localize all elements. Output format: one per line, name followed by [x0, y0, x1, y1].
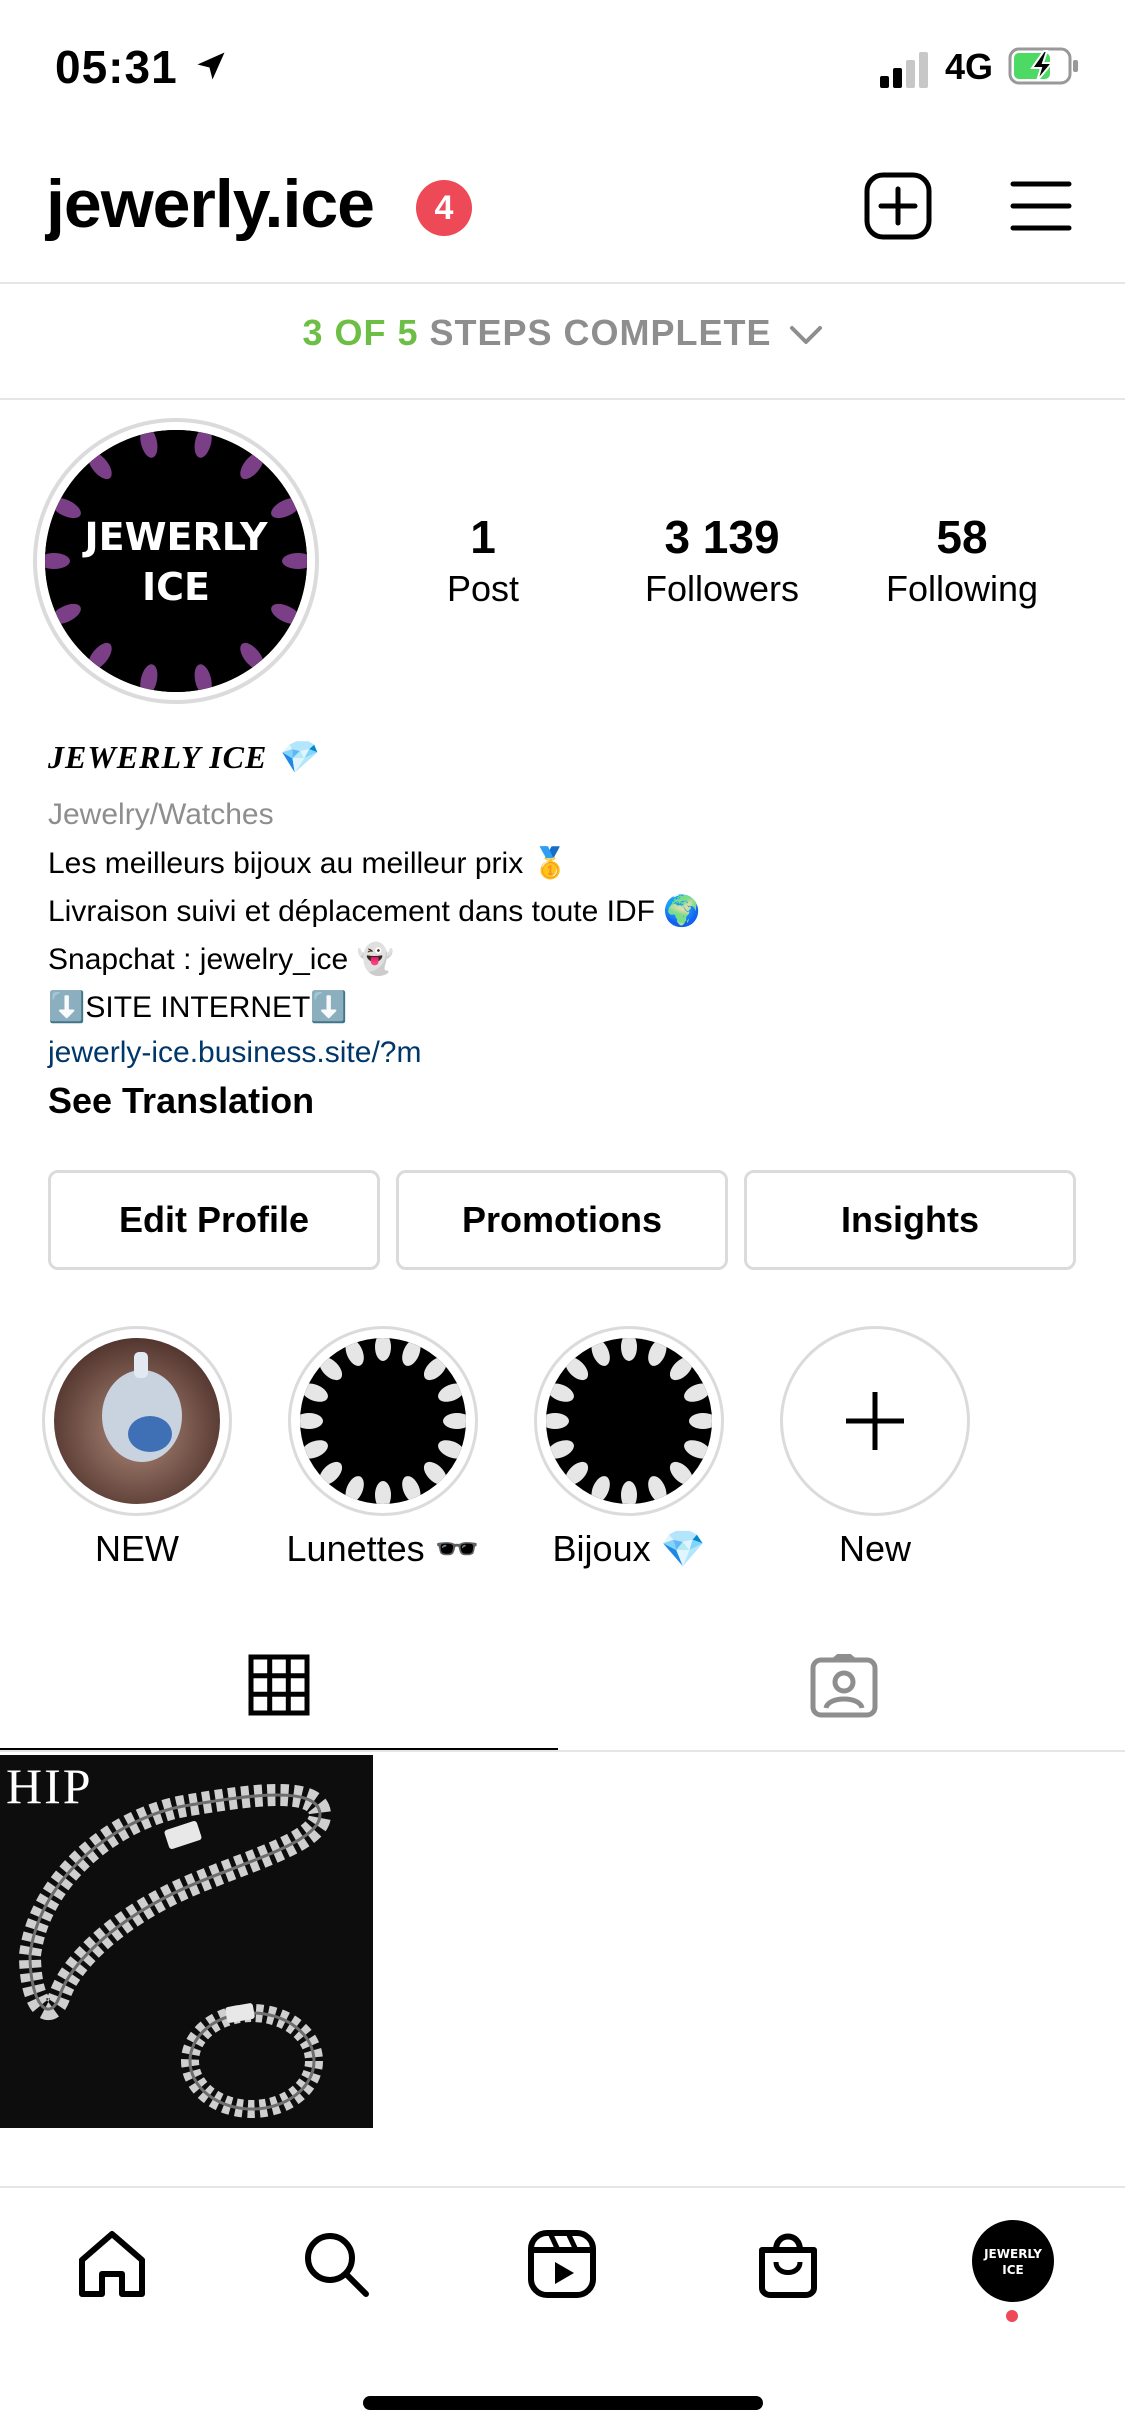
tabs-divider [0, 1750, 1125, 1752]
profile-username: jewerly.ice [46, 166, 375, 242]
stat-number: 3 139 [664, 511, 780, 563]
home-icon[interactable] [76, 2228, 148, 2300]
insights-button[interactable]: Insights [744, 1170, 1076, 1270]
avatar-logo-image: JEWERLY ICE [45, 430, 307, 692]
status-time: 05:31 [55, 41, 178, 93]
search-icon[interactable] [300, 2228, 372, 2300]
bio-website-link[interactable]: jewerly-ice.business.site/?m [48, 1036, 421, 1070]
highlight-bijoux[interactable] [534, 1326, 724, 1516]
highlight-lunettes[interactable] [288, 1326, 478, 1516]
grid-icon[interactable] [248, 1654, 310, 1716]
highlight-label: Bijoux 💎 [552, 1528, 706, 1569]
bio-line: Livraison suivi et déplacement dans tout… [48, 895, 701, 928]
see-translation-link[interactable]: See Translation [48, 1080, 314, 1122]
bio-category: Jewelry/Watches [48, 798, 274, 831]
edit-profile-button[interactable]: Edit Profile [48, 1170, 380, 1270]
steps-done-count: 3 OF 5 [302, 312, 419, 353]
profile-avatar-nav[interactable]: JEWERLY ICE [972, 2220, 1054, 2302]
bio-line: ⬇️SITE INTERNET⬇️ [48, 991, 348, 1024]
reels-icon[interactable] [526, 2228, 598, 2300]
shop-icon[interactable] [752, 2228, 824, 2300]
notification-badge[interactable]: 4 [416, 180, 472, 236]
promotions-button[interactable]: Promotions [396, 1170, 728, 1270]
home-indicator[interactable] [363, 2396, 763, 2410]
stat-posts[interactable]: 1 Post [373, 510, 593, 610]
stat-label: Followers [644, 568, 800, 609]
steps-label: STEPS COMPLETE [429, 312, 772, 353]
bio-line: Snapchat : jewelry_ice 👻 [48, 943, 394, 976]
bio-line: Les meilleurs bijoux au meilleur prix 🥇 [48, 847, 569, 880]
battery-charging-icon [1008, 47, 1078, 85]
steps-complete-banner[interactable]: 3 OF 5 STEPS COMPLETE [0, 312, 1125, 354]
steps-divider [0, 398, 1125, 400]
plus-square-icon[interactable] [864, 172, 932, 240]
stat-followers[interactable]: 3 139 Followers [612, 510, 832, 610]
stat-following[interactable]: 58 Following [852, 510, 1072, 610]
avatar-mini-logo: JEWERLY ICE [976, 2224, 1050, 2298]
highlight-label: Lunettes 🕶️ [286, 1528, 480, 1569]
location-arrow-icon [197, 52, 225, 80]
highlight-cover-image [300, 1338, 466, 1504]
hamburger-menu-icon[interactable] [1010, 180, 1072, 232]
stat-label: Following [885, 568, 1039, 609]
bio-display-name: JEWERLY ICE 💎 [48, 739, 318, 775]
header-divider [0, 282, 1125, 284]
profile-avatar[interactable]: JEWERLY ICE [33, 418, 319, 704]
avatar-text-top: JEWERLY [81, 515, 268, 559]
stat-label: Post [446, 568, 520, 609]
signal-icon [880, 52, 928, 88]
post-overlay-text: HIP [6, 1758, 93, 1814]
new-highlight-button[interactable] [780, 1326, 970, 1516]
highlight-cover-image [54, 1338, 220, 1504]
stat-number: 58 [936, 511, 988, 563]
plus-icon [846, 1392, 904, 1450]
highlight-label: New [838, 1528, 912, 1569]
bottom-nav-divider [0, 2186, 1125, 2188]
chevron-down-icon [789, 326, 822, 345]
avatar-mini-text-top: JEWERLY [983, 2247, 1042, 2261]
post-thumbnail[interactable]: HIP [0, 1755, 373, 2128]
tagged-person-icon[interactable] [810, 1654, 878, 1718]
highlight-label: NEW [95, 1528, 179, 1569]
highlight-cover-image [546, 1338, 712, 1504]
stat-number: 1 [470, 511, 496, 563]
avatar-text-bottom: ICE [142, 565, 210, 609]
network-type: 4G [945, 46, 994, 87]
highlight-new[interactable] [42, 1326, 232, 1516]
avatar-mini-text-bottom: ICE [1002, 2263, 1023, 2277]
notification-dot [1006, 2310, 1018, 2322]
